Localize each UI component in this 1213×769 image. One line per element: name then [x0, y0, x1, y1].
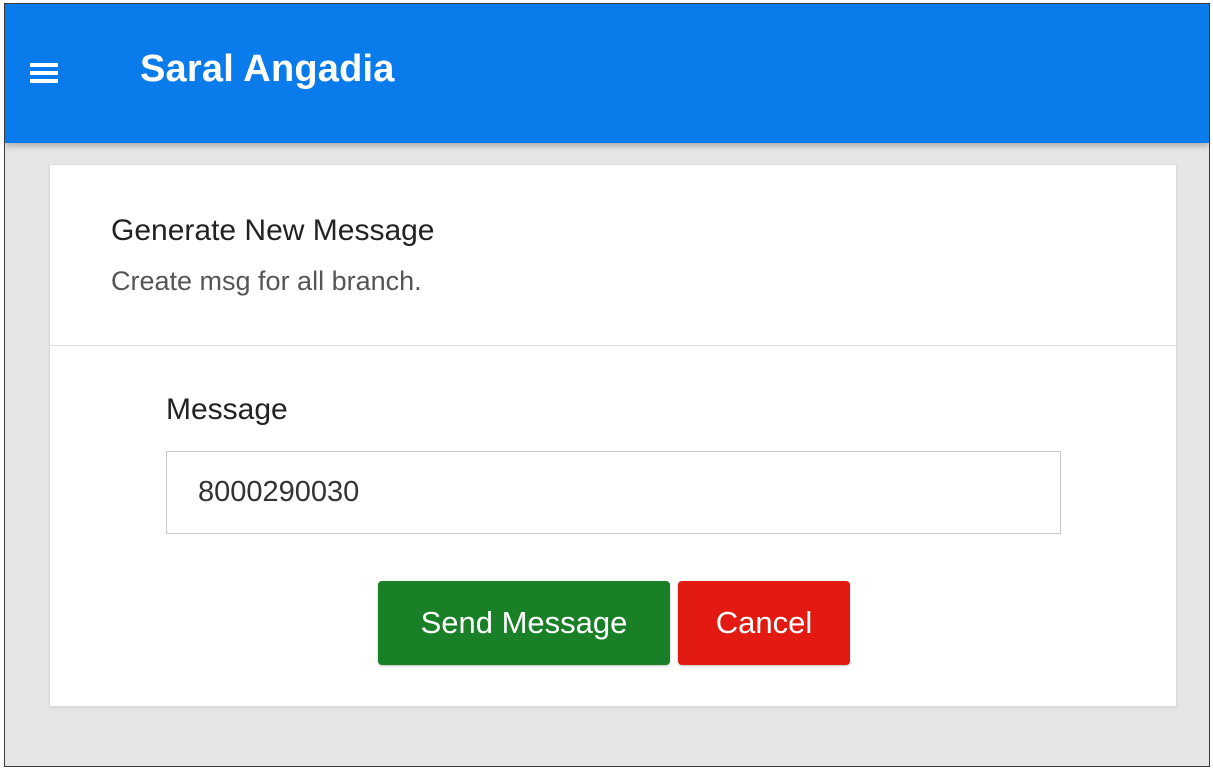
- message-card: Generate New Message Create msg for all …: [49, 164, 1177, 707]
- cancel-button[interactable]: Cancel: [678, 581, 850, 665]
- card-title: Generate New Message: [111, 214, 435, 247]
- card-header: Generate New Message Create msg for all …: [50, 165, 1176, 346]
- hamburger-menu-icon[interactable]: [30, 61, 58, 85]
- card-subtitle: Create msg for all branch.: [111, 266, 422, 296]
- app-window: Saral Angadia Generate New Message Creat…: [4, 3, 1210, 767]
- send-message-button[interactable]: Send Message: [378, 581, 670, 665]
- app-title: Saral Angadia: [140, 48, 395, 90]
- message-label: Message: [166, 393, 288, 426]
- message-input[interactable]: [166, 451, 1061, 534]
- top-app-bar: Saral Angadia: [5, 4, 1209, 143]
